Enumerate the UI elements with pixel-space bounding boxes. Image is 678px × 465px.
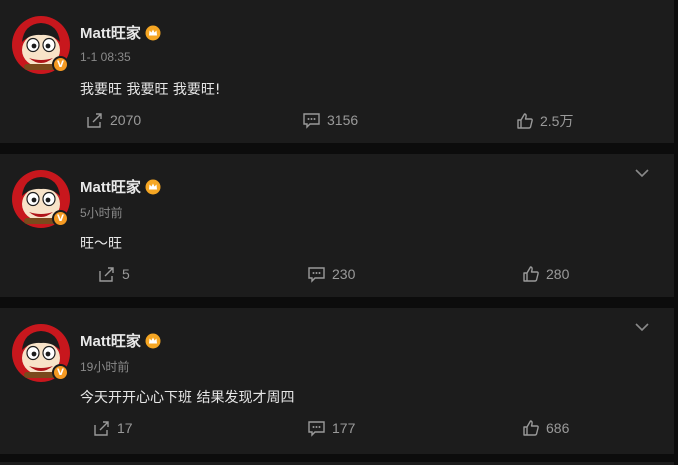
repost-count: 5 xyxy=(122,266,130,282)
repost-button[interactable]: 5 xyxy=(98,265,130,283)
member-crown-icon[interactable] xyxy=(145,333,161,349)
repost-button[interactable]: 17 xyxy=(93,419,133,437)
comment-bubble-icon xyxy=(308,267,325,283)
member-crown-icon[interactable] xyxy=(145,179,161,195)
post-time[interactable]: 19小时前 xyxy=(80,358,129,375)
post-text: 旺～旺 xyxy=(80,236,122,252)
weibo-feed: V Matt旺家 1-1 08:35 我要旺 我要旺 我要旺! 2070 315… xyxy=(0,0,678,465)
verified-badge: V xyxy=(52,210,69,227)
member-crown-icon[interactable] xyxy=(145,25,161,41)
post-actions: 2070 3156 2.5万 xyxy=(0,111,674,133)
like-count: 280 xyxy=(546,266,570,282)
comment-count: 230 xyxy=(332,266,356,282)
like-count: 2.5万 xyxy=(540,113,574,129)
repost-button[interactable]: 2070 xyxy=(86,111,141,129)
comment-bubble-icon xyxy=(303,113,320,129)
post-card[interactable]: V Matt旺家 19小时前 今天开开心心下班 结果发现才周四 17 177 6… xyxy=(0,308,674,454)
share-arrow-icon xyxy=(99,267,114,282)
post-text: 我要旺 我要旺 我要旺! xyxy=(80,82,221,98)
like-button[interactable]: 2.5万 xyxy=(516,111,573,131)
author-name[interactable]: Matt旺家 xyxy=(80,22,141,43)
post-text: 今天开开心心下班 结果发现才周四 xyxy=(80,390,295,406)
verified-badge: V xyxy=(52,364,69,381)
comment-count: 177 xyxy=(332,420,356,436)
thumbs-up-icon xyxy=(523,266,539,282)
comment-button[interactable]: 177 xyxy=(307,419,355,437)
verified-badge: V xyxy=(52,56,69,73)
post-actions: 5 230 280 xyxy=(0,265,674,287)
author-name[interactable]: Matt旺家 xyxy=(80,330,141,351)
chevron-down-icon[interactable] xyxy=(634,322,650,332)
comment-bubble-icon xyxy=(308,421,325,437)
like-button[interactable]: 280 xyxy=(522,265,569,283)
repost-count: 17 xyxy=(117,420,133,436)
author-name[interactable]: Matt旺家 xyxy=(80,176,141,197)
like-button[interactable]: 686 xyxy=(522,419,569,437)
post-time[interactable]: 1-1 08:35 xyxy=(80,50,131,64)
repost-count: 2070 xyxy=(110,112,142,128)
post-card[interactable]: V Matt旺家 1-1 08:35 我要旺 我要旺 我要旺! 2070 315… xyxy=(0,0,674,143)
thumbs-up-icon xyxy=(523,420,539,436)
comment-button[interactable]: 230 xyxy=(307,265,355,283)
post-card[interactable]: V Matt旺家 5小时前 旺～旺 5 230 280 xyxy=(0,154,674,297)
share-arrow-icon xyxy=(87,113,102,128)
post-time[interactable]: 5小时前 xyxy=(80,204,123,221)
comment-count: 3156 xyxy=(327,112,359,128)
post-actions: 17 177 686 xyxy=(0,419,674,441)
share-arrow-icon xyxy=(94,421,109,436)
chevron-down-icon[interactable] xyxy=(634,168,650,178)
like-count: 686 xyxy=(546,420,570,436)
author-row: Matt旺家 xyxy=(80,176,161,197)
comment-button[interactable]: 3156 xyxy=(302,111,358,129)
author-row: Matt旺家 xyxy=(80,22,161,43)
thumbs-up-icon xyxy=(517,113,533,129)
author-row: Matt旺家 xyxy=(80,330,161,351)
